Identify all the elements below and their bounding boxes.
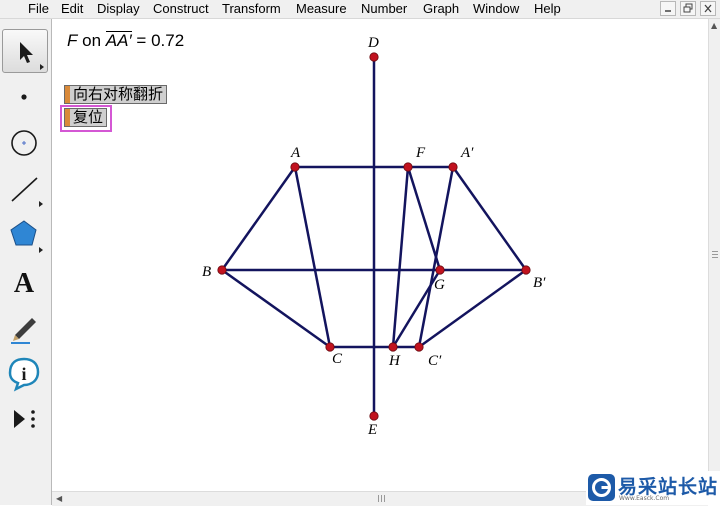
polygon-tool[interactable] (2, 213, 48, 257)
vertical-scrollbar[interactable]: ▲ (708, 19, 720, 491)
point-b-prime[interactable] (521, 265, 531, 275)
toolbox: A i (0, 19, 52, 505)
menu-number[interactable]: Number (361, 1, 407, 17)
menu-help[interactable]: Help (534, 1, 561, 17)
label-b-prime[interactable]: B′ (533, 275, 545, 292)
minimize-icon[interactable] (660, 1, 676, 16)
svg-text:A: A (14, 268, 35, 299)
segment-bc[interactable] (221, 268, 331, 349)
scroll-grip-icon (712, 251, 718, 252)
watermark-logo-icon (588, 474, 615, 501)
menu-measure[interactable]: Measure (296, 1, 347, 17)
scroll-grip-line (381, 495, 382, 502)
point-a[interactable] (290, 162, 300, 172)
label-a-prime[interactable]: A′ (461, 145, 473, 162)
label-f[interactable]: F (416, 145, 425, 162)
point-h[interactable] (388, 342, 398, 352)
point-d[interactable] (369, 52, 379, 62)
menu-graph[interactable]: Graph (423, 1, 459, 17)
menu-display[interactable]: Display (97, 1, 140, 17)
label-b[interactable]: B (202, 264, 211, 281)
segment-fh[interactable] (391, 166, 410, 348)
pencil-icon (11, 318, 36, 344)
info-icon: i (8, 357, 40, 392)
scroll-left-icon[interactable]: ◀ (56, 494, 62, 503)
scroll-grip-line (712, 257, 718, 258)
point-f[interactable] (403, 162, 413, 172)
scroll-grip-line (384, 495, 385, 502)
label-c-prime[interactable]: C′ (428, 353, 441, 370)
close-icon[interactable] (700, 1, 716, 16)
label-c[interactable]: C (332, 351, 342, 368)
compass-tool[interactable] (2, 121, 48, 165)
segment-ac[interactable] (293, 166, 332, 348)
segment-icon (11, 177, 43, 207)
geometry-figure (217, 52, 531, 421)
point-b[interactable] (217, 265, 227, 275)
point-g[interactable] (435, 265, 445, 275)
information-tool[interactable]: i (2, 351, 48, 395)
menu-window[interactable]: Window (473, 1, 519, 17)
point-c[interactable] (325, 342, 335, 352)
custom-tool[interactable] (2, 397, 48, 441)
arrow-select-tool[interactable] (2, 29, 48, 73)
svg-text:i: i (21, 364, 26, 384)
arrow-icon (20, 42, 44, 70)
sketch-canvas[interactable]: F on AA′ = 0.72 向右对称翻折 复位 D E A F A′ B G… (52, 19, 708, 491)
text-a-icon: A (14, 268, 35, 299)
segment-a-prime-b-prime[interactable] (451, 166, 528, 271)
label-g[interactable]: G (434, 277, 445, 294)
label-a[interactable]: A (291, 145, 300, 162)
point-a-prime[interactable] (448, 162, 458, 172)
menu-file[interactable]: File (28, 1, 49, 17)
segment-ab[interactable] (220, 166, 297, 271)
scroll-grip-icon (378, 495, 379, 502)
point-tool[interactable] (2, 75, 48, 119)
pentagon-icon (10, 220, 43, 253)
point-icon (21, 94, 27, 100)
menu-edit[interactable]: Edit (61, 1, 83, 17)
watermark: 易采站长站 Www.Easck.Com (586, 471, 720, 505)
restore-icon[interactable] (680, 1, 696, 16)
scroll-up-icon[interactable]: ▲ (711, 21, 717, 30)
circle-icon (11, 130, 37, 156)
menu-construct[interactable]: Construct (153, 1, 209, 17)
menu-bar: File Edit Display Construct Transform Me… (0, 0, 720, 19)
text-tool[interactable]: A (2, 259, 48, 303)
segment-fg[interactable] (406, 166, 442, 271)
label-h[interactable]: H (389, 353, 400, 370)
label-d[interactable]: D (368, 35, 379, 52)
menu-transform[interactable]: Transform (222, 1, 281, 17)
point-e[interactable] (369, 411, 379, 421)
scroll-grip-line (712, 254, 718, 255)
label-e[interactable]: E (368, 422, 377, 439)
watermark-subtext: Www.Easck.Com (619, 495, 670, 502)
straightedge-tool[interactable] (2, 167, 48, 211)
play-more-icon (14, 410, 35, 428)
point-c-prime[interactable] (414, 342, 424, 352)
marker-tool[interactable] (2, 305, 48, 349)
